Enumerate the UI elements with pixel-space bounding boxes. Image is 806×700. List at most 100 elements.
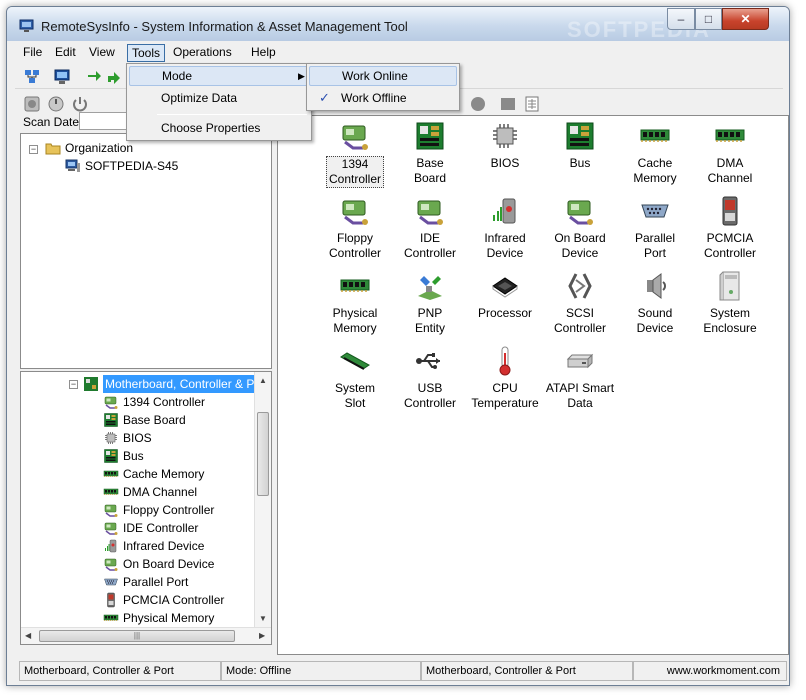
menu-separator xyxy=(157,114,307,115)
device-grid-item[interactable]: 1394 Controller xyxy=(317,120,393,192)
scsi-icon xyxy=(568,273,592,299)
device-grid-item[interactable]: On Board Device xyxy=(542,195,618,267)
scroll-thumb[interactable]: ||| xyxy=(39,630,235,642)
device-grid-item[interactable]: ATAPI Smart Data xyxy=(542,345,618,417)
folder-icon xyxy=(45,143,61,155)
device-label: Sound Device xyxy=(636,306,674,335)
device-grid-item[interactable]: DMA Channel xyxy=(692,120,768,192)
menu-item-label: Mode xyxy=(162,69,193,83)
drive-icon xyxy=(566,353,594,369)
motherboard-icon xyxy=(416,122,444,150)
device-label: DMA Channel xyxy=(707,156,753,185)
device-grid-item[interactable]: System Enclosure xyxy=(692,270,768,342)
collapse-icon[interactable]: − xyxy=(69,380,78,389)
tree-label: Motherboard, Controller & Port xyxy=(103,375,271,393)
tree-label: Parallel Port xyxy=(123,575,189,589)
organization-tree[interactable]: − Organization SOFTPEDIA-S45 xyxy=(20,133,272,369)
record-icon[interactable] xyxy=(469,95,487,113)
device-label: PCMCIA Controller xyxy=(703,231,757,260)
arrow-up-right-icon[interactable] xyxy=(105,68,123,86)
menu-item-mode[interactable]: Mode ▶ xyxy=(129,66,309,86)
controller-icon xyxy=(104,396,118,409)
device-grid-item[interactable]: Cache Memory xyxy=(617,120,693,192)
device-label: Cache Memory xyxy=(633,156,677,185)
device-grid-item[interactable]: Bus xyxy=(542,120,618,192)
collapse-icon[interactable]: − xyxy=(29,145,38,154)
close-button[interactable]: ✕ xyxy=(722,8,769,30)
device-label: 1394 Controller xyxy=(325,156,385,188)
scroll-up-icon[interactable]: ▲ xyxy=(259,376,267,385)
controller-icon xyxy=(342,200,368,225)
category-tree[interactable]: − Motherboard, Controller & Port 1394 Co… xyxy=(20,371,272,645)
device-grid-item[interactable]: Floppy Controller xyxy=(317,195,393,267)
title-bar[interactable]: RemoteSysInfo - System Information & Ass… xyxy=(7,7,789,42)
device-grid-item[interactable]: Parallel Port xyxy=(617,195,693,267)
tree-label: PCMCIA Controller xyxy=(123,593,225,607)
properties-icon[interactable] xyxy=(523,95,541,113)
controller-icon xyxy=(567,200,593,225)
device-grid-item[interactable]: USB Controller xyxy=(392,345,468,417)
scroll-left-icon[interactable]: ◀ xyxy=(25,631,31,640)
device-label: On Board Device xyxy=(554,231,606,260)
scroll-thumb[interactable] xyxy=(257,412,269,496)
menu-operations[interactable]: Operations xyxy=(169,44,236,62)
menu-item-choose-properties[interactable]: Choose Properties xyxy=(129,118,309,138)
controller-icon xyxy=(104,558,118,571)
memory-icon xyxy=(103,470,119,477)
menu-item-label: Work Offline xyxy=(341,91,407,105)
menu-help[interactable]: Help xyxy=(247,44,280,62)
menu-tools[interactable]: Tools xyxy=(127,44,166,62)
device-label: SCSI Controller xyxy=(553,306,607,335)
tree-label: Floppy Controller xyxy=(123,503,215,517)
computer-icon[interactable] xyxy=(53,68,71,86)
device-grid-item[interactable]: Infrared Device xyxy=(467,195,543,267)
check-icon: ✓ xyxy=(319,90,330,105)
menu-item-optimize[interactable]: Optimize Data xyxy=(129,88,309,108)
arrow-right-icon[interactable] xyxy=(85,68,103,86)
device-grid-item[interactable]: Sound Device xyxy=(617,270,693,342)
motherboard-icon xyxy=(104,449,118,463)
speaker-icon xyxy=(647,273,666,299)
device-icon-grid[interactable]: 1394 Controller Base Board BIOS Bus Cache Memor… xyxy=(277,115,789,655)
pcmcia-icon xyxy=(722,196,738,226)
scroll-down-icon[interactable]: ▼ xyxy=(259,614,267,623)
horizontal-scrollbar[interactable]: ◀ ||| ▶ xyxy=(21,627,271,644)
controller-icon xyxy=(342,125,368,150)
tree-label: SOFTPEDIA-S45 xyxy=(85,159,179,173)
device-label: System Slot xyxy=(334,381,375,410)
device-grid-item[interactable]: Processor xyxy=(467,270,543,342)
menu-view[interactable]: View xyxy=(85,44,119,62)
stop-icon[interactable] xyxy=(499,95,517,113)
usb-icon xyxy=(416,353,440,369)
menu-item-work-online[interactable]: Work Online xyxy=(309,66,457,86)
device-grid-item[interactable]: Base Board xyxy=(392,120,468,192)
tree-label: Base Board xyxy=(123,413,186,427)
device-label: USB Controller xyxy=(403,381,457,410)
status-current: Motherboard, Controller & Port xyxy=(421,661,633,681)
submenu-arrow-icon: ▶ xyxy=(298,71,305,81)
vertical-scrollbar[interactable]: ▲ ▼ xyxy=(254,372,271,628)
device-grid-item[interactable]: SCSI Controller xyxy=(542,270,618,342)
device-grid-item[interactable]: IDE Controller xyxy=(392,195,468,267)
pnp-icon xyxy=(418,276,442,300)
device-grid-item[interactable]: Physical Memory xyxy=(317,270,393,342)
device-label: Floppy Controller xyxy=(328,231,382,260)
minimize-button[interactable]: – xyxy=(667,8,695,30)
network-icon[interactable] xyxy=(23,68,41,86)
pane-splitter[interactable] xyxy=(272,113,276,655)
device-grid-item[interactable]: PNP Entity xyxy=(392,270,468,342)
port-icon xyxy=(641,204,669,218)
maximize-button[interactable]: □ xyxy=(695,8,722,30)
tree-label: Physical Memory xyxy=(123,611,215,625)
device-grid-item[interactable]: CPU Temperature xyxy=(467,345,543,417)
scroll-right-icon[interactable]: ▶ xyxy=(259,631,265,640)
device-grid-item[interactable]: System Slot xyxy=(317,345,393,417)
menu-file[interactable]: File xyxy=(19,44,46,62)
device-grid-item[interactable]: BIOS xyxy=(467,120,543,192)
device-label: System Enclosure xyxy=(703,306,757,335)
device-grid-item[interactable]: PCMCIA Controller xyxy=(692,195,768,267)
menu-item-work-offline[interactable]: ✓ Work Offline xyxy=(309,88,457,108)
device-label: CPU Temperature xyxy=(471,381,539,410)
device-label: IDE Controller xyxy=(403,231,457,260)
menu-edit[interactable]: Edit xyxy=(51,44,80,62)
